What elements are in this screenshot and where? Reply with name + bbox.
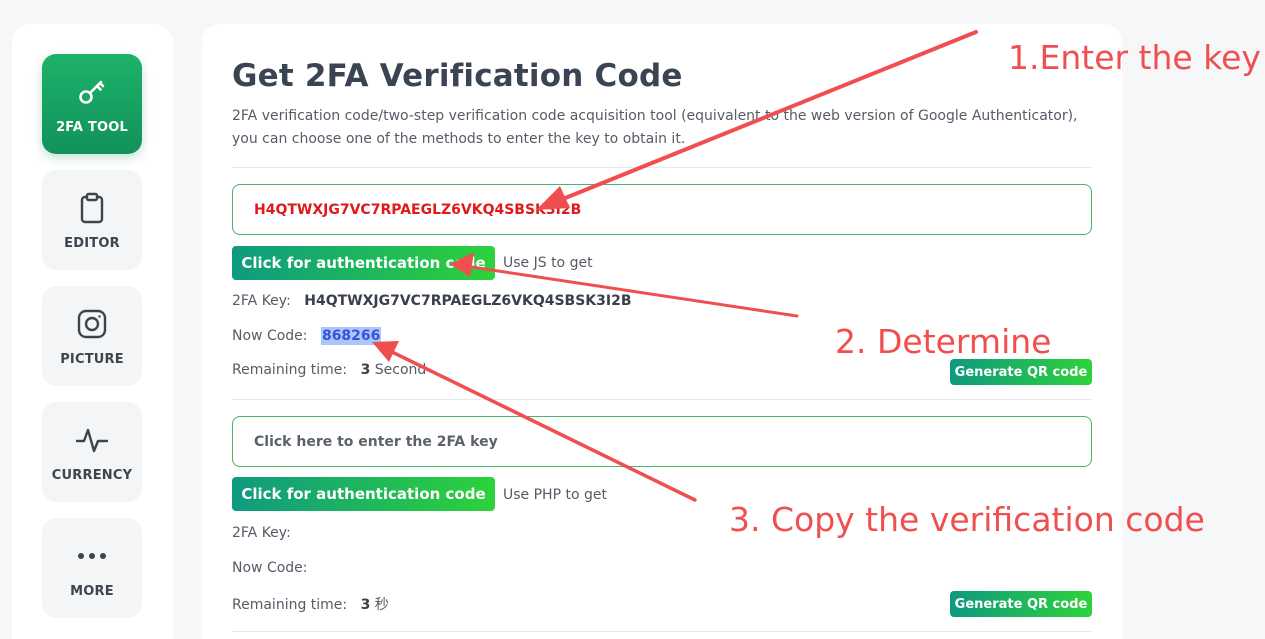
js-generate-qr-button[interactable]: Generate QR code [950, 359, 1092, 385]
sidebar-item-label: PICTURE [60, 351, 124, 367]
js-code-row: Now Code: 868266 [232, 327, 382, 345]
key-icon [74, 74, 110, 110]
divider [232, 167, 1092, 168]
code-label: Now Code: [232, 328, 308, 344]
time-label: Remaining time: [232, 362, 348, 378]
sidebar: 2FA TOOL EDITOR PICTURE CURRENCY MORE [12, 24, 173, 639]
code-label: Now Code: [232, 560, 308, 576]
verification-code[interactable]: 868266 [320, 327, 382, 345]
js-time-row: Remaining time: 3 Second [232, 362, 426, 378]
time-unit: Second [374, 362, 427, 378]
page-description: 2FA verification code/two-step verificat… [232, 108, 1078, 147]
sidebar-item-2fa-tool[interactable]: 2FA TOOL [42, 54, 142, 154]
php-method-note: Use PHP to get [503, 487, 607, 503]
key-label: 2FA Key: [232, 525, 291, 541]
php-key-input[interactable]: Click here to enter the 2FA key [232, 416, 1092, 467]
instagram-icon [74, 306, 110, 342]
js-auth-code-button[interactable]: Click for authentication code [232, 246, 495, 280]
php-code-row: Now Code: [232, 560, 308, 576]
sidebar-item-label: MORE [70, 583, 114, 599]
page-title: Get 2FA Verification Code [232, 58, 683, 94]
php-auth-code-button[interactable]: Click for authentication code [232, 477, 495, 511]
more-dots-icon [74, 538, 110, 574]
sidebar-item-label: 2FA TOOL [56, 119, 128, 135]
divider [232, 631, 1092, 632]
sidebar-item-currency[interactable]: CURRENCY [42, 402, 142, 502]
js-key-input[interactable]: H4QTWXJG7VC7RPAEGLZ6VKQ4SBSK3I2B [232, 184, 1092, 235]
annotation-step3: 3. Copy the verification code [729, 500, 1205, 539]
sidebar-item-label: EDITOR [64, 235, 120, 251]
key-value: H4QTWXJG7VC7RPAEGLZ6VKQ4SBSK3I2B [304, 293, 632, 309]
sidebar-item-editor[interactable]: EDITOR [42, 170, 142, 270]
php-generate-qr-button[interactable]: Generate QR code [950, 591, 1092, 617]
js-key-row: 2FA Key: H4QTWXJG7VC7RPAEGLZ6VKQ4SBSK3I2… [232, 293, 632, 309]
time-label: Remaining time: [232, 597, 348, 613]
sidebar-item-picture[interactable]: PICTURE [42, 286, 142, 386]
time-value: 3 [360, 597, 371, 613]
php-key-row: 2FA Key: [232, 525, 291, 541]
clipboard-icon [74, 190, 110, 226]
pulse-icon [74, 422, 110, 458]
time-value: 3 [360, 362, 371, 378]
js-method-note: Use JS to get [503, 255, 593, 271]
annotation-step2: 2. Determine [835, 322, 1052, 361]
divider [232, 399, 1092, 400]
time-unit: 秒 [374, 597, 389, 613]
sidebar-item-more[interactable]: MORE [42, 518, 142, 618]
key-label: 2FA Key: [232, 293, 291, 309]
annotation-step1: 1.Enter the key [1008, 38, 1261, 77]
sidebar-item-label: CURRENCY [51, 467, 133, 483]
php-time-row: Remaining time: 3 秒 [232, 594, 389, 614]
